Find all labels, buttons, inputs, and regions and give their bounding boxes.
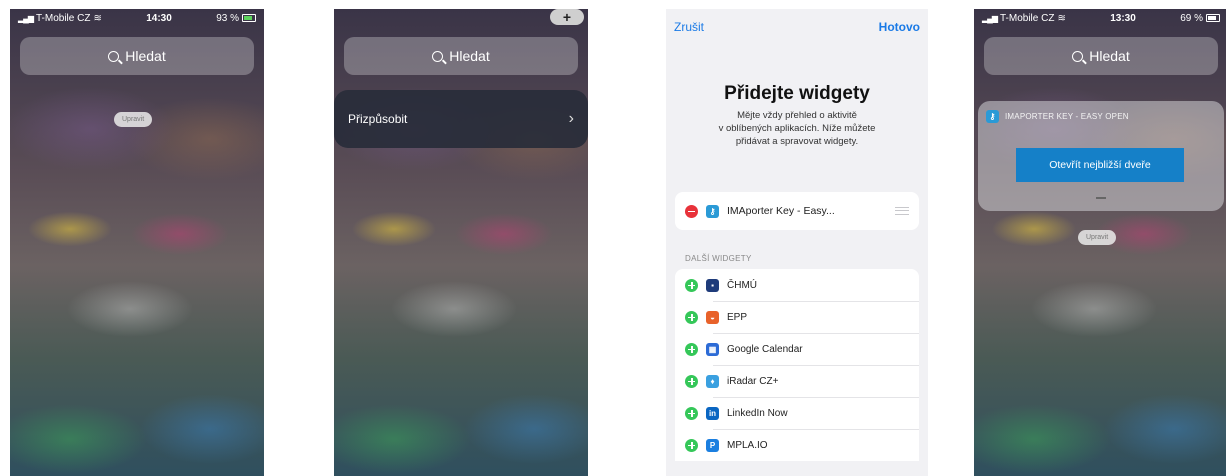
carrier-name: T-Mobile CZ — [999, 12, 1055, 24]
screen-edit-mode: + Hledat Přizpůsobit › — [334, 9, 588, 476]
status-bar: ▂▄▆ T-Mobile CZ ≋ 14:30 93 % — [10, 9, 264, 27]
chmu-icon: ▪ — [706, 278, 719, 292]
edit-button[interactable]: Upravit — [114, 112, 153, 127]
search-field[interactable]: Hledat — [20, 37, 254, 75]
add-widgets-sheet: Zrušit Hotovo Přidejte widgety Mějte vžd… — [666, 9, 928, 476]
widget-list-item: in LinkedIn Now — [675, 397, 919, 429]
section-label: DALŠÍ WIDGETY — [685, 254, 752, 263]
battery-percent: 69 % — [1180, 12, 1203, 24]
clock: 13:30 — [1110, 12, 1136, 24]
imaporter-icon: ⚷ — [986, 110, 999, 123]
signal-icon: ▂▄▆ — [982, 13, 998, 23]
collapse-handle-icon[interactable] — [1096, 197, 1106, 199]
add-widget-plus-button[interactable] — [685, 406, 698, 420]
widget-list-label: Google Calendar — [727, 343, 803, 355]
widget-list-label: LinkedIn Now — [727, 407, 788, 419]
customize-label: Přizpůsobit — [348, 112, 408, 126]
iradar-icon: ♦ — [706, 374, 719, 388]
search-field[interactable]: Hledat — [344, 37, 578, 75]
customize-button[interactable]: Přizpůsobit › — [334, 90, 588, 148]
battery-icon — [241, 14, 256, 22]
mpla-icon: P — [706, 438, 719, 452]
search-placeholder: Hledat — [125, 48, 166, 64]
epp-icon: ◒ — [706, 310, 719, 324]
widget-list-item: ▦ Google Calendar — [675, 333, 919, 365]
add-widget-plus-button[interactable] — [685, 278, 698, 292]
reorder-handle-icon[interactable] — [895, 207, 909, 215]
battery-icon — [1205, 14, 1220, 22]
search-icon — [108, 50, 120, 62]
widget-list-label: EPP — [727, 311, 748, 323]
widget-list-label: MPLA.IO — [727, 439, 768, 451]
widget-list-item: P MPLA.IO — [675, 429, 919, 461]
wifi-icon: ≋ — [1057, 12, 1066, 24]
widget-list-item: ▪ ČHMÚ — [675, 269, 919, 301]
widget-list-label: ČHMÚ — [727, 279, 757, 291]
widget-list-item: ◒ EPP — [675, 301, 919, 333]
open-nearest-door-button[interactable]: Otevřít nejbližší dveře — [1016, 148, 1184, 182]
screen-today-view: ▂▄▆ T-Mobile CZ ≋ 14:30 93 % Hledat Upravi… — [10, 9, 264, 476]
clock: 14:30 — [146, 12, 172, 24]
google-calendar-icon: ▦ — [706, 342, 719, 356]
sheet-description: Mějte vždy přehled o aktivitě v oblíbený… — [718, 110, 876, 147]
widget-list-item: ♦ iRadar CZ+ — [675, 365, 919, 397]
sheet-title: Přidejte widgety — [724, 83, 870, 104]
remove-widget-button[interactable] — [685, 204, 698, 218]
search-icon — [432, 50, 444, 62]
add-widget-plus-button[interactable] — [685, 310, 698, 324]
add-widget-plus-button[interactable] — [685, 374, 698, 388]
add-widget-button[interactable]: + — [550, 9, 584, 25]
screen-with-widget: ▂▄▆ T-Mobile CZ ≋ 13:30 69 % Hledat ⚷ IMAP… — [974, 9, 1226, 476]
battery-percent: 93 % — [216, 12, 239, 24]
active-widget-row: ⚷ IMAporter Key - Easy... — [675, 192, 919, 230]
add-widget-plus-button[interactable] — [685, 342, 698, 356]
search-icon — [1072, 50, 1084, 62]
search-placeholder: Hledat — [449, 48, 490, 64]
imaporter-widget: ⚷ IMAPORTER KEY - EASY OPEN Otevřít nejb… — [978, 101, 1224, 211]
done-button[interactable]: Hotovo — [879, 20, 920, 34]
linkedin-icon: in — [706, 406, 719, 420]
signal-icon: ▂▄▆ — [18, 13, 34, 23]
imaporter-icon: ⚷ — [706, 204, 719, 218]
widget-list-label: iRadar CZ+ — [727, 375, 779, 387]
add-widget-plus-button[interactable] — [685, 438, 698, 452]
chevron-right-icon: › — [568, 110, 574, 127]
cancel-button[interactable]: Zrušit — [674, 20, 704, 34]
active-widget-label: IMAporter Key - Easy... — [727, 205, 835, 217]
more-widgets-list: ▪ ČHMÚ ◒ EPP ▦ Google Calendar ♦ iRadar CZ+ in Li… — [675, 269, 919, 461]
widget-title: IMAPORTER KEY - EASY OPEN — [1005, 112, 1129, 121]
carrier-name: T-Mobile CZ — [35, 12, 91, 24]
search-placeholder: Hledat — [1089, 48, 1130, 64]
sheet-nav-bar: Zrušit Hotovo — [666, 9, 928, 45]
status-bar: ▂▄▆ T-Mobile CZ ≋ 13:30 69 % — [974, 9, 1226, 27]
search-field[interactable]: Hledat — [984, 37, 1218, 75]
wifi-icon: ≋ — [93, 12, 102, 24]
edit-button[interactable]: Upravit — [1078, 230, 1117, 245]
